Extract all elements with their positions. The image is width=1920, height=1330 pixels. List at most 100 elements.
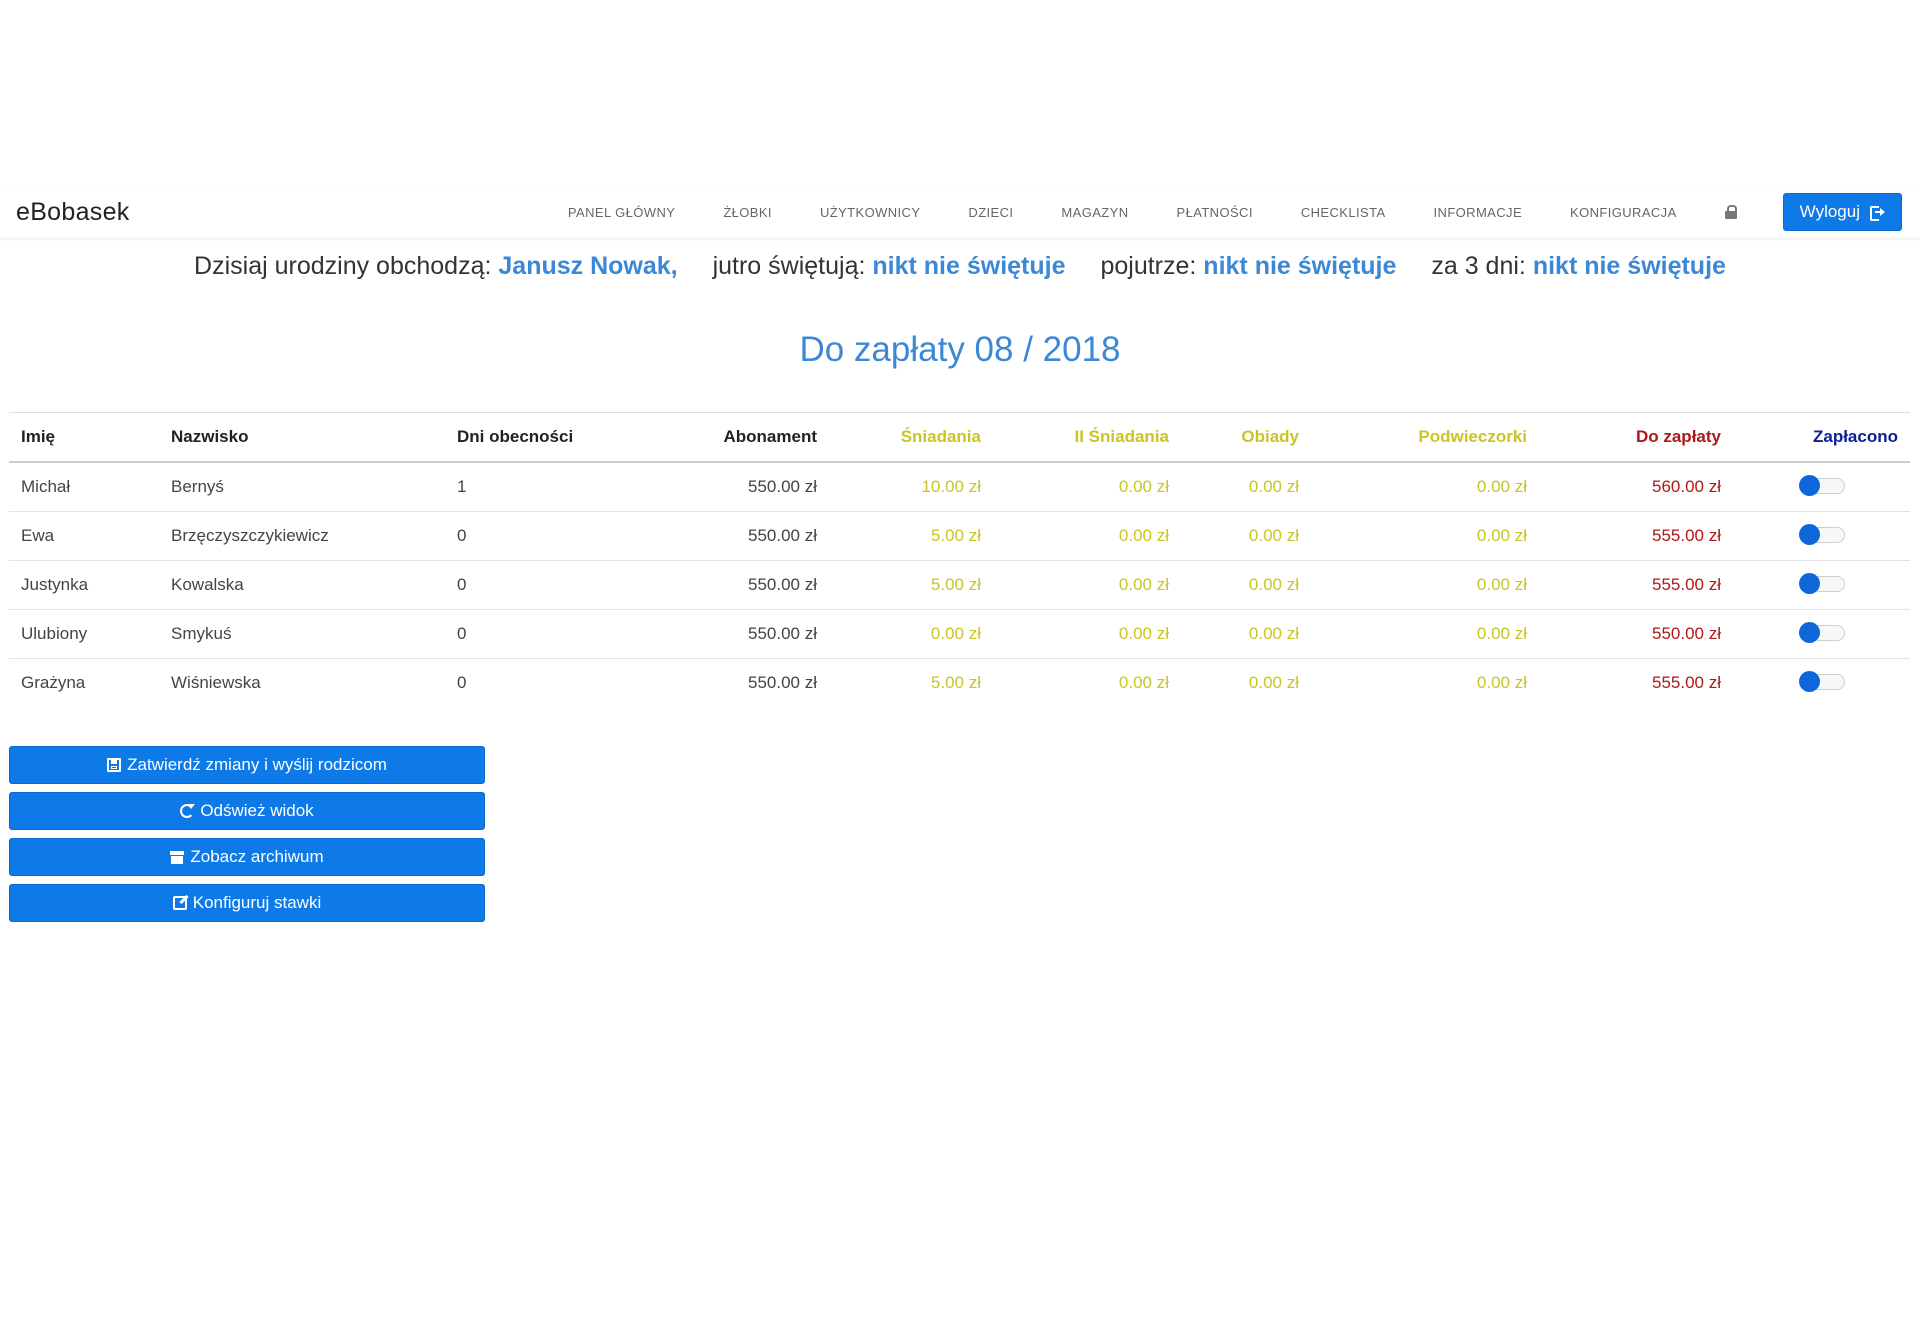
cell-paid <box>1733 462 1910 512</box>
nav-item-checklista[interactable]: CHECKLISTA <box>1301 205 1386 220</box>
nav-item-panel-glowny[interactable]: PANEL GŁÓWNY <box>568 205 675 220</box>
view-archive-label: Zobacz archiwum <box>190 847 324 866</box>
cell-breakfast: 5.00 zł <box>930 673 981 692</box>
cell-days: 0 <box>445 609 645 659</box>
cell-subscription: 550.00 zł <box>645 560 829 610</box>
col-header-ii-sniadania: II Śniadania <box>993 412 1181 463</box>
birthday-day-after: pojutrze: nikt nie świętuje <box>1100 252 1396 280</box>
cell-lunch: 0.00 zł <box>1248 673 1299 692</box>
cell-due: 550.00 zł <box>1539 609 1733 659</box>
cell-lunch: 0.00 zł <box>1181 560 1311 610</box>
table-row: Ewa Brzęczyszczykiewicz 0 550.00 zł 5.00… <box>9 511 1910 561</box>
cell-last-name: Bernyś <box>159 462 445 512</box>
col-header-dni-obecnosci: Dni obecności <box>445 412 645 463</box>
cell-second-breakfast: 0.00 zł <box>1118 673 1169 692</box>
edit-icon <box>172 896 187 910</box>
configure-rates-button[interactable]: Konfiguruj stawki <box>9 884 485 922</box>
cell-first-name: Ewa <box>9 511 159 561</box>
table-row: Michał Bernyś 1 550.00 zł 10.00 zł 0.00 … <box>9 462 1910 512</box>
action-buttons: Zatwierdź zmiany i wyślij rodzicom Odświ… <box>9 746 485 930</box>
birthday-day-after-value: nikt nie świętuje <box>1203 252 1397 280</box>
submit-send-button[interactable]: Zatwierdź zmiany i wyślij rodzicom <box>9 746 485 784</box>
col-header-obiady: Obiady <box>1181 412 1311 463</box>
cell-due: 560.00 zł <box>1539 462 1733 512</box>
col-header-zaplacono: Zapłacono <box>1733 412 1910 463</box>
cell-due: 555.00 zł <box>1539 560 1733 610</box>
nav-item-informacje[interactable]: INFORMACJE <box>1434 205 1523 220</box>
cell-due: 555.00 zł <box>1539 511 1733 561</box>
cell-days: 0 <box>445 560 645 610</box>
sign-out-icon <box>1870 205 1885 221</box>
cell-subscription: 550.00 zł <box>748 673 817 692</box>
paid-toggle[interactable] <box>1798 572 1845 594</box>
logout-button[interactable]: Wyloguj <box>1782 193 1902 231</box>
view-archive-button[interactable]: Zobacz archiwum <box>9 838 485 876</box>
birthday-tomorrow: jutro świętują: nikt nie świętuje <box>713 252 1066 280</box>
cell-breakfast: 10.00 zł <box>829 462 993 512</box>
cell-snack: 0.00 zł <box>1311 462 1539 512</box>
paid-toggle[interactable] <box>1798 670 1845 692</box>
paid-toggle[interactable] <box>1798 621 1845 643</box>
cell-snack: 0.00 zł <box>1311 511 1539 561</box>
cell-first-name: Michał <box>9 462 159 512</box>
cell-days: 0 <box>457 673 467 692</box>
table-row: Justynka Kowalska 0 550.00 zł 5.00 zł 0.… <box>9 560 1910 610</box>
birthday-today-label: Dzisiaj urodziny obchodzą: <box>194 252 492 280</box>
birthday-in3-value: nikt nie świętuje <box>1532 252 1726 280</box>
cell-paid <box>1733 659 1910 708</box>
cell-last-name: Smykuś <box>159 609 445 659</box>
payments-table: Imię Nazwisko Dni obecności Abonament Śn… <box>9 412 1910 707</box>
birthday-in3-label: za 3 dni: <box>1431 252 1526 280</box>
nav-item-platnosci[interactable]: PŁATNOŚCI <box>1177 205 1253 220</box>
cell-paid <box>1733 609 1910 659</box>
refresh-view-button[interactable]: Odśwież widok <box>9 792 485 830</box>
cell-lunch: 0.00 zł <box>1181 511 1311 561</box>
cell-second-breakfast: 0.00 zł <box>993 511 1181 561</box>
paid-toggle[interactable] <box>1798 474 1845 496</box>
cell-second-breakfast: 0.00 zł <box>993 609 1181 659</box>
cell-due: 555.00 zł <box>1652 673 1721 692</box>
refresh-icon <box>180 804 196 818</box>
birthday-today: Dzisiaj urodziny obchodzą: Janusz Nowak, <box>194 252 678 280</box>
cell-last-name: Kowalska <box>159 560 445 610</box>
col-header-do-zaplaty: Do zapłaty <box>1539 412 1733 463</box>
archive-icon <box>170 850 185 864</box>
birthday-banner: Dzisiaj urodziny obchodzą: Janusz Nowak,… <box>0 252 1920 281</box>
paid-toggle[interactable] <box>1798 523 1845 545</box>
cell-snack: 0.00 zł <box>1476 673 1527 692</box>
cell-subscription: 550.00 zł <box>645 511 829 561</box>
cell-first-name: Grażyna <box>21 673 86 692</box>
birthday-today-value: Janusz Nowak, <box>498 252 678 280</box>
brand-logo[interactable]: eBobasek <box>16 198 130 227</box>
save-icon <box>107 758 122 772</box>
cell-breakfast: 5.00 zł <box>829 511 993 561</box>
nav-item-zlobki[interactable]: ŻŁOBKI <box>723 205 772 220</box>
top-navbar: eBobasek PANEL GŁÓWNY ŻŁOBKI UŻYTKOWNICY… <box>0 186 1920 238</box>
col-header-sniadania: Śniadania <box>829 412 993 463</box>
refresh-view-label: Odśwież widok <box>200 801 314 820</box>
nav-item-konfiguracja[interactable]: KONFIGURACJA <box>1570 205 1677 220</box>
cell-snack: 0.00 zł <box>1311 609 1539 659</box>
cell-lunch: 0.00 zł <box>1181 609 1311 659</box>
birthday-in-3-days: za 3 dni: nikt nie świętuje <box>1431 252 1726 280</box>
cell-breakfast: 5.00 zł <box>829 560 993 610</box>
page-title: Do zapłaty 08 / 2018 <box>799 330 1121 369</box>
nav-item-magazyn[interactable]: MAGAZYN <box>1061 205 1128 220</box>
col-header-abonament: Abonament <box>645 412 829 463</box>
cell-paid <box>1733 511 1910 561</box>
cell-breakfast: 0.00 zł <box>829 609 993 659</box>
cell-subscription: 550.00 zł <box>645 609 829 659</box>
table-header-row: Imię Nazwisko Dni obecności Abonament Śn… <box>9 412 1910 463</box>
col-header-imie: Imię <box>9 412 159 463</box>
submit-send-label: Zatwierdź zmiany i wyślij rodzicom <box>127 755 387 774</box>
col-header-podwieczorki: Podwieczorki <box>1311 412 1539 463</box>
birthday-tomorrow-value: nikt nie świętuje <box>872 252 1066 280</box>
nav-item-dzieci[interactable]: DZIECI <box>968 205 1013 220</box>
nav-item-uzytkownicy[interactable]: UŻYTKOWNICY <box>820 205 920 220</box>
cell-last-name: Wiśniewska <box>171 673 261 692</box>
lock-icon[interactable] <box>1724 205 1737 219</box>
col-header-nazwisko: Nazwisko <box>159 412 445 463</box>
cell-second-breakfast: 0.00 zł <box>993 462 1181 512</box>
cell-days: 0 <box>445 511 645 561</box>
cell-last-name: Brzęczyszczykiewicz <box>159 511 445 561</box>
